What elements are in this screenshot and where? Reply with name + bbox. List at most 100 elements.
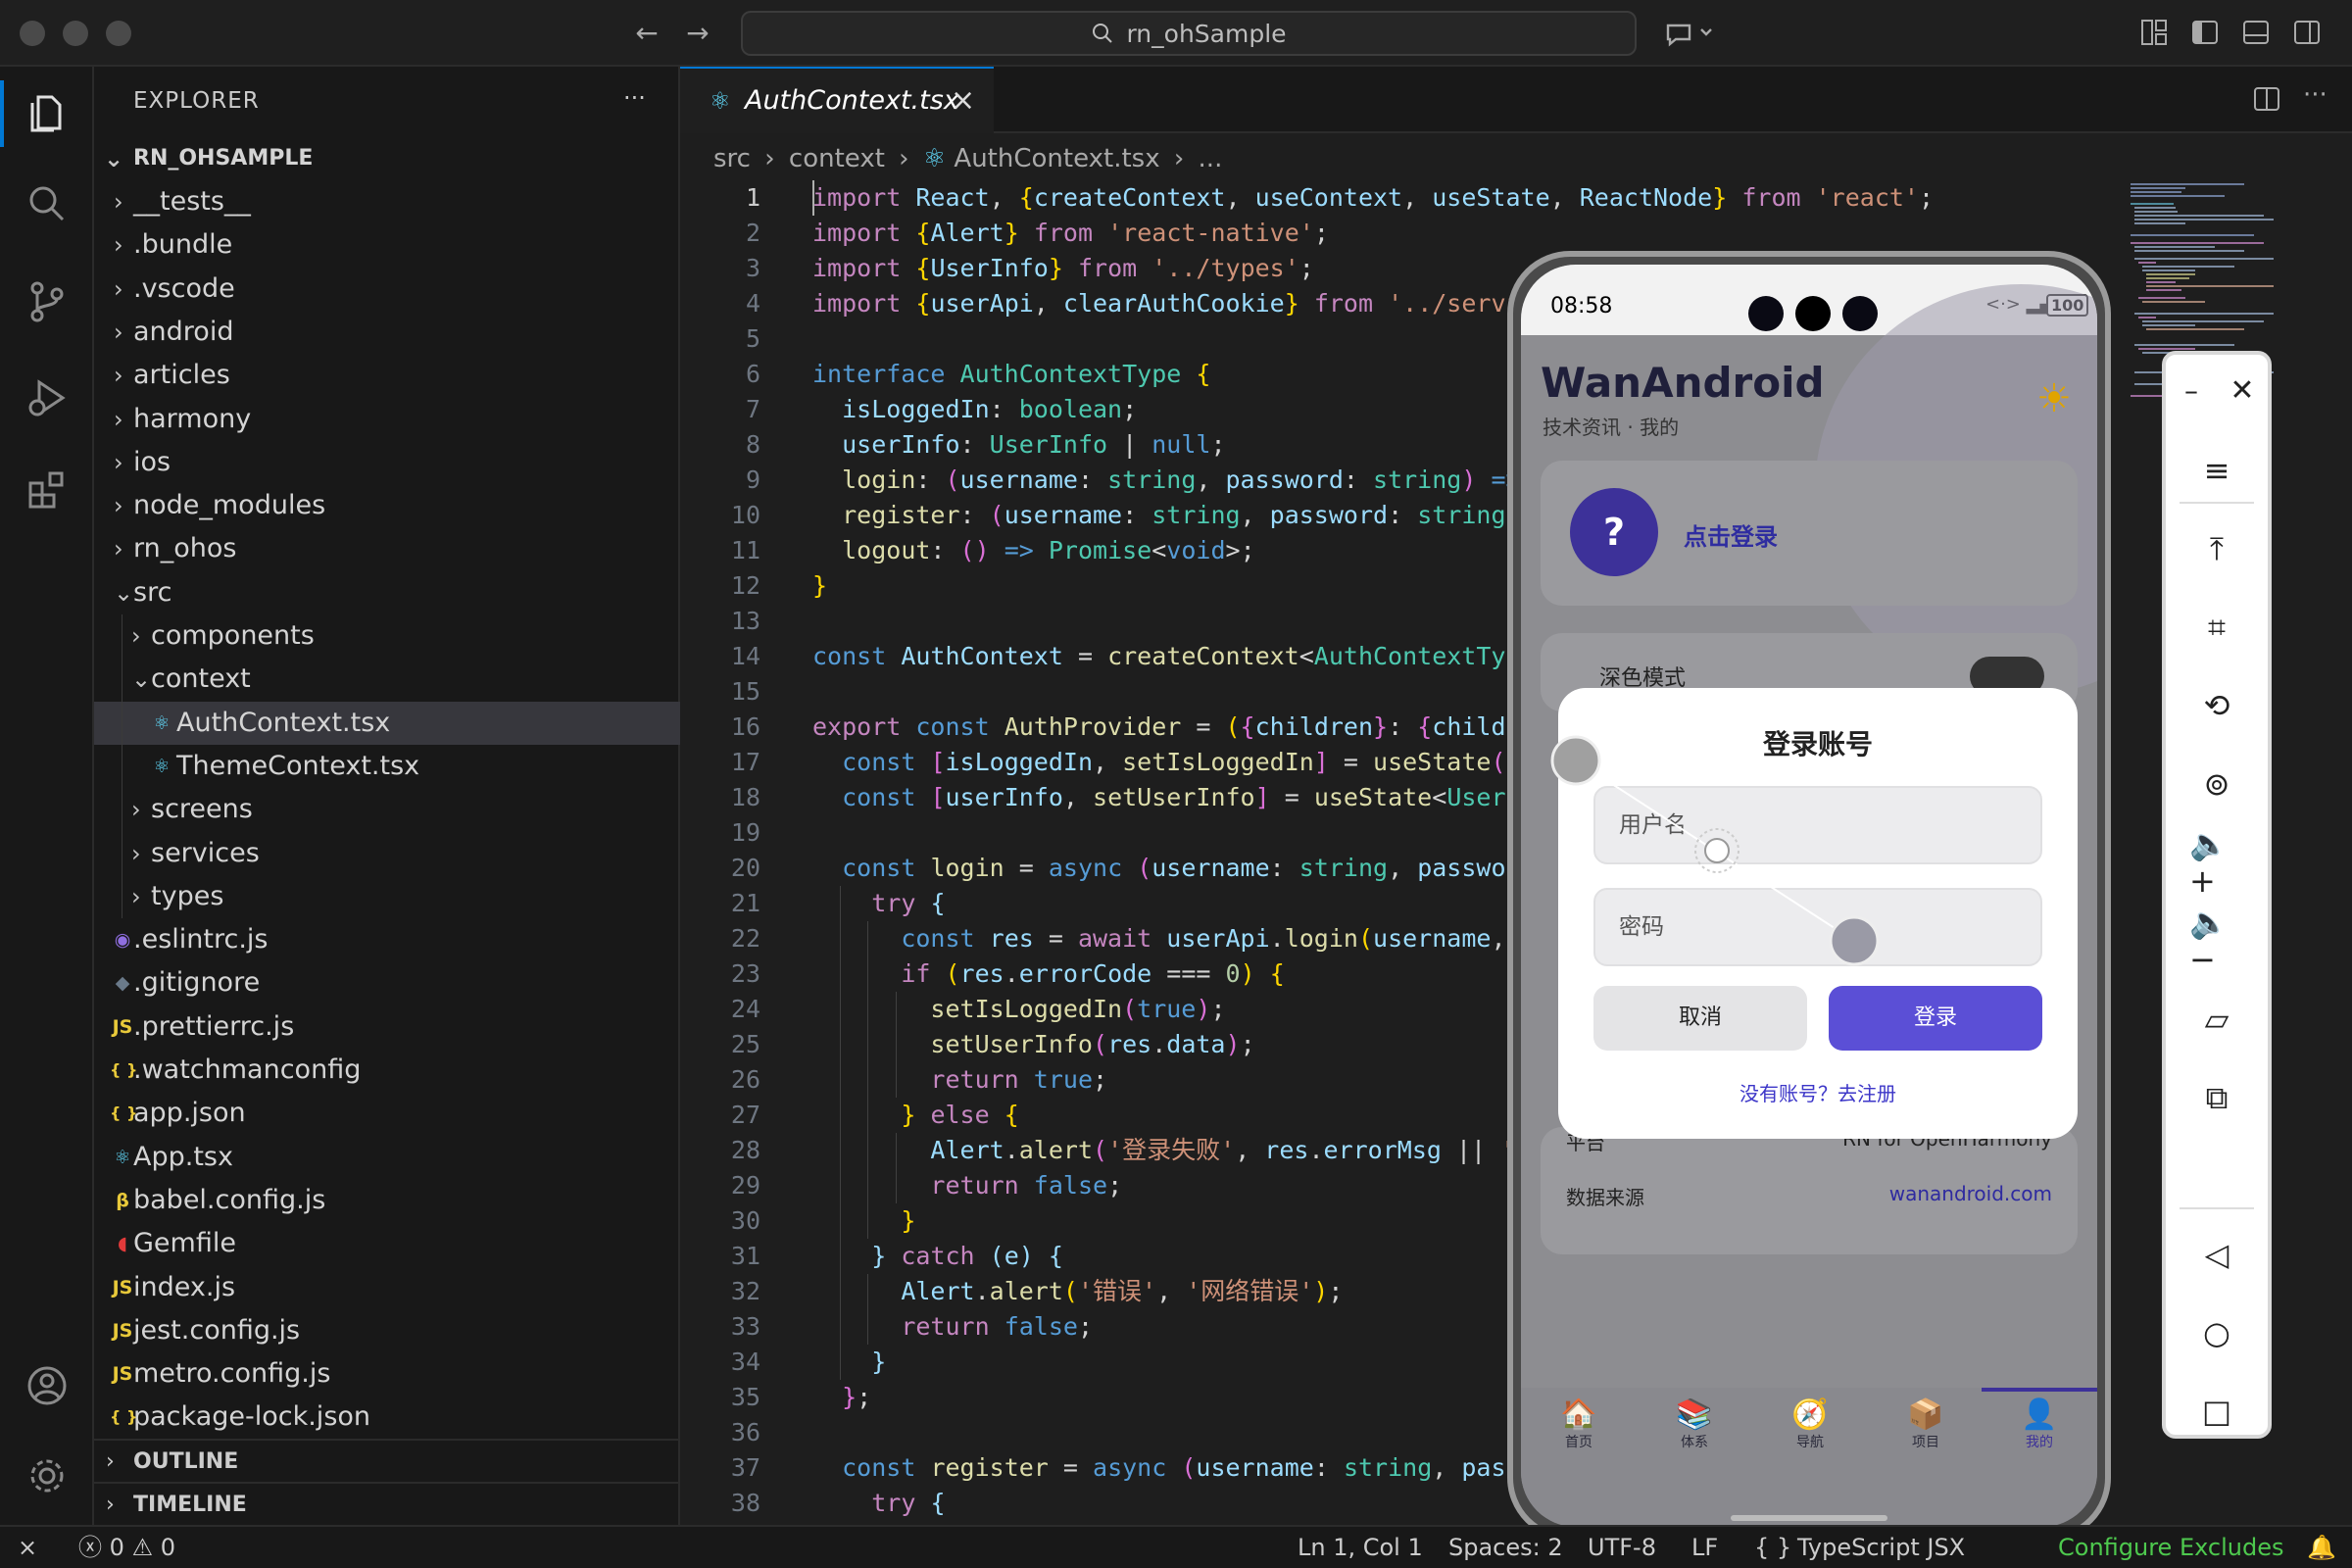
run-debug-icon[interactable] <box>18 368 76 427</box>
tree-file[interactable]: ⚛ ThemeContext.tsx <box>94 745 680 788</box>
close-icon[interactable]: ✕ <box>2223 370 2262 410</box>
tab-authcontext[interactable]: ⚛ AuthContext.tsx × <box>680 67 994 133</box>
breadcrumb-file[interactable]: AuthContext.tsx <box>954 144 1159 173</box>
menu-icon[interactable]: ≡ <box>2189 443 2244 498</box>
chevron-right-icon: › <box>131 622 141 650</box>
tree-folder[interactable]: › harmony <box>94 398 680 441</box>
workspace-root-label: RN_OHSAMPLE <box>133 146 314 171</box>
tree-folder[interactable]: › .bundle <box>94 223 680 267</box>
configure-excludes[interactable]: Configure Excludes <box>2058 1527 2283 1568</box>
problems-indicator[interactable]: ⓧ 0 ⚠ 0 <box>78 1527 175 1568</box>
tree-file[interactable]: β babel.config.js <box>94 1179 680 1222</box>
customize-layout-icon[interactable] <box>2138 18 2170 49</box>
tree-folder[interactable]: › __tests__ <box>94 180 680 223</box>
tree-file[interactable]: ◖ Gemfile <box>94 1222 680 1265</box>
language-mode[interactable]: TypeScript JSX <box>1797 1527 1965 1568</box>
chevron-right-icon: › <box>114 362 123 390</box>
tree-file[interactable]: { } .watchmanconfig <box>94 1049 680 1092</box>
split-editor-icon[interactable] <box>2252 84 2281 118</box>
shake-device-icon[interactable]: ▱ <box>2189 992 2244 1047</box>
ruby-icon: ◖ <box>117 1233 127 1255</box>
crop-icon[interactable]: ⌗ <box>2189 600 2244 655</box>
command-center-search[interactable]: rn_ohSample <box>741 11 1637 56</box>
pin-to-top-icon[interactable]: ⤒ <box>2189 521 2244 576</box>
close-icon[interactable]: × <box>951 69 975 133</box>
breadcrumb-symbol[interactable]: ... <box>1199 144 1223 173</box>
screenshot-icon[interactable]: ⊚ <box>2189 757 2244 811</box>
tree-file[interactable]: ⚛ App.tsx <box>94 1136 680 1179</box>
timeline-section[interactable]: › TIMELINE <box>94 1482 680 1525</box>
tree-file[interactable]: ◆ .gitignore <box>94 961 680 1004</box>
minimize-icon[interactable]: – <box>2172 370 2211 410</box>
tree-folder[interactable]: › services <box>94 832 680 875</box>
remote-icon[interactable]: ⨯ <box>18 1527 37 1568</box>
tree-file[interactable]: { } package-lock.json <box>94 1396 680 1439</box>
tree-folder[interactable]: › node_modules <box>94 484 680 527</box>
code-line-26: return true; <box>930 1065 1108 1094</box>
tree-file[interactable]: JS jest.config.js <box>94 1309 680 1352</box>
toggle-secondary-sidebar-icon[interactable] <box>2291 18 2323 49</box>
toggle-panel-icon[interactable] <box>2240 18 2272 49</box>
tree-folder[interactable]: ⌄ src <box>94 571 680 614</box>
tree-folder[interactable]: › rn_ohos <box>94 527 680 570</box>
volume-up-icon[interactable]: 🔈+ <box>2189 825 2244 900</box>
forward-arrow-icon[interactable]: → <box>682 18 713 49</box>
end-of-line[interactable]: LF <box>1691 1527 1718 1568</box>
explorer-more-button[interactable]: ··· <box>623 84 646 112</box>
volume-down-icon[interactable]: 🔈− <box>2189 904 2244 978</box>
copilot-icon[interactable] <box>1662 18 1717 49</box>
minimize-window-button[interactable] <box>63 21 88 46</box>
line-number: 34 <box>730 1348 760 1376</box>
toggle-primary-sidebar-icon[interactable] <box>2189 18 2221 49</box>
accounts-icon[interactable] <box>18 1356 76 1415</box>
react-icon: ⚛ <box>114 1146 131 1168</box>
tree-folder[interactable]: › types <box>94 875 680 918</box>
chevron-right-icon: › <box>131 839 141 867</box>
line-number: 31 <box>730 1242 760 1270</box>
tree-folder[interactable]: › components <box>94 614 680 658</box>
tree-file[interactable]: ⚛ AuthContext.tsx <box>94 701 680 745</box>
close-window-button[interactable] <box>20 21 45 46</box>
tree-file[interactable]: JS index.js <box>94 1266 680 1309</box>
back-arrow-icon[interactable]: ← <box>631 18 662 49</box>
settings-gear-icon[interactable] <box>18 1446 76 1505</box>
rotate-icon[interactable]: ⟲ <box>2189 678 2244 733</box>
tree-folder[interactable]: ⌄ context <box>94 658 680 701</box>
editor-more-button[interactable]: ··· <box>2303 80 2328 110</box>
code-line-3: import {UserInfo} from '../types'; <box>812 254 1314 282</box>
outline-section[interactable]: › OUTLINE <box>94 1439 680 1482</box>
explorer-icon[interactable] <box>18 84 76 143</box>
tree-folder[interactable]: › screens <box>94 788 680 831</box>
react-icon: ⚛ <box>922 144 947 173</box>
search-icon[interactable] <box>18 174 76 233</box>
multi-device-icon[interactable]: ⧉ <box>2189 1070 2244 1125</box>
line-number: 15 <box>730 677 760 706</box>
react-icon: ⚛ <box>710 87 731 115</box>
line-number: 30 <box>730 1206 760 1235</box>
tree-item-label: harmony <box>133 403 252 434</box>
tree-folder[interactable]: › .vscode <box>94 268 680 311</box>
workspace-root[interactable]: ⌄ RN_OHSAMPLE <box>94 137 680 180</box>
maximize-window-button[interactable] <box>106 21 131 46</box>
tree-folder[interactable]: › ios <box>94 441 680 484</box>
extensions-icon[interactable] <box>18 461 76 519</box>
breadcrumb-src[interactable]: src <box>713 144 751 173</box>
tree-file[interactable]: JS .prettierrc.js <box>94 1005 680 1049</box>
breadcrumb-context[interactable]: context <box>789 144 885 173</box>
home-circle-icon[interactable]: ○ <box>2189 1305 2244 1360</box>
notifications-bell-icon[interactable]: 🔔 <box>2307 1527 2336 1568</box>
encoding[interactable]: UTF-8 <box>1588 1527 1656 1568</box>
tree-folder[interactable]: › articles <box>94 354 680 397</box>
tree-item-label: context <box>151 663 251 695</box>
indentation[interactable]: Spaces: 2 <box>1448 1527 1563 1568</box>
tree-file[interactable]: JS metro.config.js <box>94 1352 680 1396</box>
tree-folder[interactable]: › android <box>94 311 680 354</box>
tree-file[interactable]: { } app.json <box>94 1092 680 1135</box>
recents-icon[interactable]: □ <box>2189 1384 2244 1439</box>
source-control-icon[interactable] <box>18 272 76 331</box>
tree-file[interactable]: ◉ .eslintrc.js <box>94 918 680 961</box>
cursor-position[interactable]: Ln 1, Col 1 <box>1298 1527 1423 1568</box>
line-number: 7 <box>745 395 760 423</box>
back-icon[interactable]: ◁ <box>2189 1227 2244 1282</box>
line-number: 17 <box>730 748 760 776</box>
